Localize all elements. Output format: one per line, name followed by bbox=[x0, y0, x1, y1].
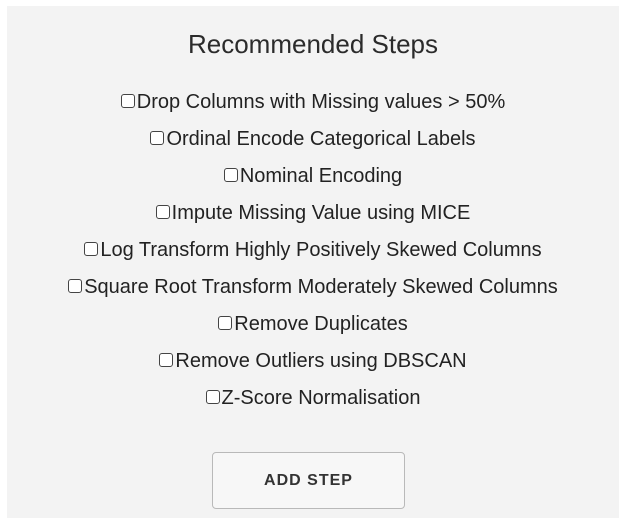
panel-title: Recommended Steps bbox=[187, 29, 439, 59]
step-item-nominal-encoding[interactable]: Nominal Encoding bbox=[7, 158, 619, 195]
step-checkbox[interactable] bbox=[159, 352, 174, 367]
step-label[interactable]: Ordinal Encode Categorical Labels bbox=[166, 128, 475, 151]
add-step-button[interactable]: ADD STEP bbox=[212, 452, 405, 509]
step-item-z-score[interactable]: Z-Score Normalisation bbox=[7, 380, 619, 417]
step-checkbox[interactable] bbox=[205, 389, 220, 404]
step-label[interactable]: Remove Duplicates bbox=[234, 313, 407, 336]
step-label[interactable]: Square Root Transform Moderately Skewed … bbox=[84, 276, 558, 299]
step-checkbox[interactable] bbox=[68, 278, 83, 293]
step-checkbox[interactable] bbox=[218, 315, 233, 330]
recommended-steps-panel: Recommended Steps Drop Columns with Miss… bbox=[7, 6, 619, 518]
step-label[interactable]: Impute Missing Value using MICE bbox=[172, 202, 471, 225]
step-checkbox[interactable] bbox=[155, 204, 170, 219]
step-label[interactable]: Nominal Encoding bbox=[240, 165, 402, 188]
step-label[interactable]: Drop Columns with Missing values > 50% bbox=[137, 91, 506, 114]
step-label[interactable]: Remove Outliers using DBSCAN bbox=[175, 350, 466, 373]
step-checkbox[interactable] bbox=[120, 93, 135, 108]
steps-list: Drop Columns with Missing values > 50% O… bbox=[7, 84, 619, 417]
step-item-log-transform[interactable]: Log Transform Highly Positively Skewed C… bbox=[7, 232, 619, 269]
step-label[interactable]: Z-Score Normalisation bbox=[222, 387, 421, 410]
step-checkbox[interactable] bbox=[84, 241, 99, 256]
step-checkbox[interactable] bbox=[223, 167, 238, 182]
step-item-square-root-transform[interactable]: Square Root Transform Moderately Skewed … bbox=[7, 269, 619, 306]
step-item-ordinal-encode[interactable]: Ordinal Encode Categorical Labels bbox=[7, 121, 619, 158]
step-checkbox[interactable] bbox=[150, 130, 165, 145]
step-item-remove-duplicates[interactable]: Remove Duplicates bbox=[7, 306, 619, 343]
step-item-drop-columns[interactable]: Drop Columns with Missing values > 50% bbox=[7, 84, 619, 121]
step-item-impute-mice[interactable]: Impute Missing Value using MICE bbox=[7, 195, 619, 232]
step-item-remove-outliers[interactable]: Remove Outliers using DBSCAN bbox=[7, 343, 619, 380]
step-label[interactable]: Log Transform Highly Positively Skewed C… bbox=[100, 239, 541, 262]
